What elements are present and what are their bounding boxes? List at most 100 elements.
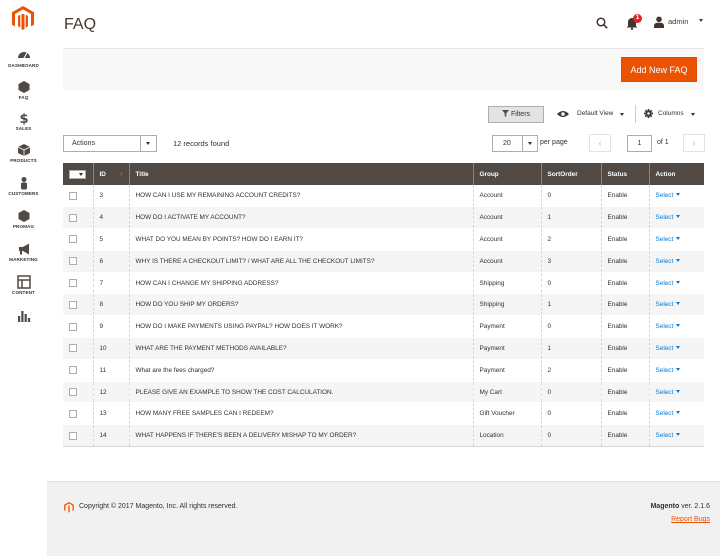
column-header-group[interactable]: Group xyxy=(473,163,542,185)
sidebar-item-faq[interactable]: FAQ xyxy=(0,80,47,100)
sidebar-item-content[interactable]: CONTENT xyxy=(0,275,47,295)
row-checkbox[interactable] xyxy=(69,235,77,244)
row-action-select[interactable]: Select xyxy=(656,432,681,439)
cell-action[interactable]: Select xyxy=(649,206,704,229)
sidebar-item-promag[interactable]: PROMAG xyxy=(0,209,47,229)
row-checkbox[interactable] xyxy=(69,300,77,309)
row-select-cell[interactable] xyxy=(63,381,94,403)
cell-action[interactable]: Select xyxy=(649,359,704,381)
mass-actions-select[interactable]: Actions xyxy=(63,135,157,152)
chevron-down-icon[interactable] xyxy=(691,113,695,116)
row-action-select[interactable]: Select xyxy=(656,301,681,308)
row-checkbox[interactable] xyxy=(69,279,77,288)
chevron-down-icon[interactable] xyxy=(522,136,537,151)
sidebar-item-dashboard[interactable]: DASHBOARD xyxy=(0,48,47,68)
next-page-button[interactable]: › xyxy=(683,134,705,152)
row-select-cell[interactable] xyxy=(63,337,94,360)
cell-action[interactable]: Select xyxy=(649,381,704,403)
table-row[interactable]: 6 WHY IS THERE A CHECKOUT LIMIT? / WHAT A… xyxy=(63,250,704,273)
row-checkbox[interactable] xyxy=(69,322,77,331)
row-select-cell[interactable] xyxy=(63,250,94,273)
eye-icon[interactable] xyxy=(557,110,569,118)
admin-username[interactable]: admin xyxy=(668,17,688,26)
gear-icon[interactable] xyxy=(644,109,653,118)
sidebar-item-customers[interactable]: CUSTOMERS xyxy=(0,176,47,196)
mass-select-header[interactable] xyxy=(63,163,94,185)
table-row[interactable]: 5 WHAT DO YOU MEAN BY POINTS? HOW DO I EA… xyxy=(63,228,704,251)
user-icon[interactable] xyxy=(653,16,665,28)
columns-dropdown[interactable]: Columns xyxy=(658,110,684,117)
table-row[interactable]: 4 HOW DO I ACTIVATE MY ACCOUNT? Account 1 En… xyxy=(63,206,704,229)
sidebar-item-sales[interactable]: $ SALES xyxy=(0,111,47,131)
search-icon[interactable] xyxy=(596,17,608,29)
row-action-select[interactable]: Select xyxy=(656,192,681,199)
filters-button[interactable]: Filters xyxy=(488,106,544,123)
row-checkbox[interactable] xyxy=(69,344,77,353)
row-action-select[interactable]: Select xyxy=(656,280,681,287)
table-row[interactable]: 3 HOW CAN I USE MY REMAINING ACCOUNT CRED… xyxy=(63,185,704,207)
cell-action[interactable]: Select xyxy=(649,229,704,251)
table-row[interactable]: 11 What are the fees charged? Payment 2 Enab… xyxy=(63,359,704,382)
chevron-down-icon[interactable] xyxy=(620,113,624,116)
default-view-dropdown[interactable]: Default View xyxy=(577,110,613,117)
cell-action[interactable]: Select xyxy=(649,185,704,207)
per-page-select[interactable]: 20 xyxy=(492,135,538,152)
chevron-down-icon[interactable] xyxy=(140,136,156,151)
row-select-cell[interactable] xyxy=(63,402,94,425)
row-action-select[interactable]: Select xyxy=(656,236,681,243)
magento-logo-icon[interactable] xyxy=(12,6,34,31)
table-row[interactable]: 12 PLEASE GIVE AN EXAMPLE TO SHOW THE COS… xyxy=(63,381,704,403)
sidebar-item-reports[interactable] xyxy=(0,309,47,323)
row-checkbox[interactable] xyxy=(69,257,77,266)
row-checkbox[interactable] xyxy=(69,213,77,222)
row-action-select[interactable]: Select xyxy=(656,345,681,352)
cell-action[interactable]: Select xyxy=(649,424,704,448)
row-action-select[interactable]: Select xyxy=(656,214,681,221)
previous-page-button[interactable]: ‹ xyxy=(589,134,611,152)
row-checkbox[interactable] xyxy=(69,366,77,375)
cell-action[interactable]: Select xyxy=(649,316,704,338)
row-select-cell[interactable] xyxy=(63,293,94,316)
report-bugs-link[interactable]: Report Bugs xyxy=(671,516,710,523)
row-action-select[interactable]: Select xyxy=(656,389,681,396)
row-action-select[interactable]: Select xyxy=(656,258,681,265)
column-header-title[interactable]: Title xyxy=(129,163,474,185)
sidebar-item-marketing[interactable]: MARKETING xyxy=(0,242,47,262)
row-select-cell[interactable] xyxy=(63,185,94,207)
row-select-cell[interactable] xyxy=(63,424,94,448)
mass-select-checkbox[interactable] xyxy=(69,169,86,179)
cell-action[interactable]: Select xyxy=(649,293,704,316)
chevron-down-icon[interactable] xyxy=(699,19,703,22)
column-header-status[interactable]: Status xyxy=(601,163,650,185)
row-checkbox[interactable] xyxy=(69,388,77,397)
table-row[interactable]: 10 WHAT ARE THE PAYMENT METHODS AVAILABLE… xyxy=(63,337,704,360)
table-row[interactable]: 13 HOW MANY FREE SAMPLES CAN I REDEEM? Gif… xyxy=(63,402,704,425)
page-number-input[interactable]: 1 xyxy=(627,135,652,152)
cell-sortorder: 0 xyxy=(541,402,602,425)
row-checkbox[interactable] xyxy=(69,409,77,418)
sidebar-item-products[interactable]: PRODUCTS xyxy=(0,143,47,163)
table-row[interactable]: 8 HOW DO YOU SHIP MY ORDERS? Shipping 1 Enab… xyxy=(63,293,704,316)
row-checkbox[interactable] xyxy=(69,431,77,440)
row-select-cell[interactable] xyxy=(63,315,94,338)
row-action-select[interactable]: Select xyxy=(656,410,681,417)
cell-action[interactable]: Select xyxy=(649,403,704,425)
row-checkbox[interactable] xyxy=(69,191,77,200)
cell-action[interactable]: Select xyxy=(649,337,704,360)
row-select-cell[interactable] xyxy=(63,359,94,382)
table-row[interactable]: 9 HOW DO I MAKE PAYMENTS USING PAYPAL? HO… xyxy=(63,315,704,338)
table-row[interactable]: 14 WHAT HAPPENS IF THERE'S BEEN A DELIVER… xyxy=(63,424,704,448)
row-select-cell[interactable] xyxy=(63,272,94,294)
add-new-faq-button[interactable]: Add New FAQ xyxy=(621,57,697,82)
row-action-select[interactable]: Select xyxy=(656,367,681,374)
cell-action[interactable]: Select xyxy=(649,250,704,273)
column-header-sortorder[interactable]: SortOrder xyxy=(541,163,602,185)
table-row[interactable]: 7 HOW CAN I CHANGE MY SHIPPING ADDRESS? Sh… xyxy=(63,272,704,294)
row-select-cell[interactable] xyxy=(63,228,94,251)
chevron-down-icon xyxy=(676,215,681,219)
row-select-cell[interactable] xyxy=(63,206,94,229)
column-header-id[interactable]: ID ↓ xyxy=(93,163,130,185)
row-action-select[interactable]: Select xyxy=(656,323,681,330)
per-page-value: 20 xyxy=(503,140,511,147)
cell-action[interactable]: Select xyxy=(649,272,704,294)
